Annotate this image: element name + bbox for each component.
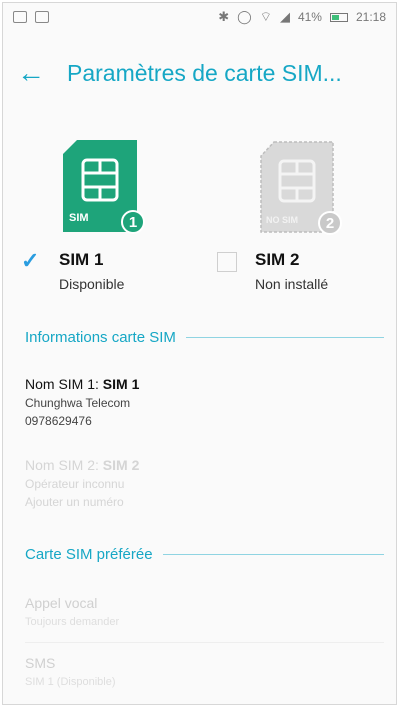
signal-icon: ◢ (279, 9, 290, 24)
pref-label: Appel vocal (25, 595, 98, 611)
message-icon (35, 11, 49, 23)
section-header-preferred: Carte SIM préférée (25, 546, 384, 563)
sim1-number: 0978629476 (25, 414, 92, 428)
section-divider (162, 554, 384, 555)
sim2-state: Non installé (255, 276, 329, 292)
sim2-badge: 2 (318, 211, 342, 235)
section-title: Informations carte SIM (25, 329, 176, 346)
sync-icon: ◯ (237, 9, 252, 24)
sim2-info-item: Nom SIM 2: SIM 2 Opérateur inconnu Ajout… (25, 457, 139, 509)
sim1-chip-label: SIM (69, 212, 89, 224)
preferred-voice-call: Appel vocal Toujours demander (25, 595, 384, 643)
pref-value: SIM 1 (Disponible) (25, 676, 116, 688)
wifi-icon: ⌔ (259, 9, 272, 24)
screen: ✱ ◯ ⌔ ◢ 41% 21:18 ← Paramètres de carte … (2, 2, 397, 705)
list-divider (25, 642, 384, 643)
sim2-name: SIM 2 (255, 250, 300, 269)
battery-icon (329, 12, 348, 22)
sim1-badge: 1 (121, 210, 145, 234)
sim2-card-icon: NO SIM 2 (260, 141, 342, 235)
sim1-operator: Chunghwa Telecom (25, 396, 131, 410)
pref-value: Toujours demander (25, 616, 120, 628)
clock: 21:18 (355, 10, 386, 24)
preferred-sms: SMS SIM 1 (Disponible) (25, 655, 384, 688)
battery-percent: 41% (297, 10, 322, 24)
status-bar: ✱ ◯ ⌔ ◢ 41% 21:18 (3, 3, 396, 31)
section-title: Carte SIM préférée (25, 546, 153, 563)
sim1-info-item[interactable]: Nom SIM 1: SIM 1 Chunghwa Telecom 097862… (25, 376, 139, 428)
page-title: Paramètres de carte SIM... (67, 59, 342, 86)
arrow-left-icon[interactable]: ← (17, 59, 57, 87)
bluetooth-icon: ✱ (218, 9, 230, 24)
pref-label: SMS (25, 655, 56, 671)
checkbox-checked-icon[interactable]: ✓ (21, 250, 41, 272)
sim1-info-label: Nom SIM 1: SIM 1 (25, 376, 140, 392)
section-header-info: Informations carte SIM (25, 329, 384, 346)
sim1-toggle[interactable]: ✓ SIM 1 Disponible (21, 250, 125, 293)
sim2-operator: Opérateur inconnu (25, 477, 125, 491)
sim1-state: Disponible (59, 276, 125, 292)
sim1-name: SIM 1 (59, 250, 104, 269)
sim1-card-icon: SIM 1 (63, 140, 145, 234)
section-divider (185, 337, 384, 338)
sim2-number: Ajouter un numéro (25, 495, 124, 509)
sim2-toggle[interactable]: SIM 2 Non installé (217, 250, 328, 292)
checkbox-unchecked-icon[interactable] (217, 252, 237, 272)
sim2-info-label: Nom SIM 2: SIM 2 (25, 457, 140, 473)
app-bar: ← Paramètres de carte SIM... (3, 53, 396, 93)
image-icon (13, 11, 27, 23)
sim2-chip-label: NO SIM (266, 215, 299, 225)
